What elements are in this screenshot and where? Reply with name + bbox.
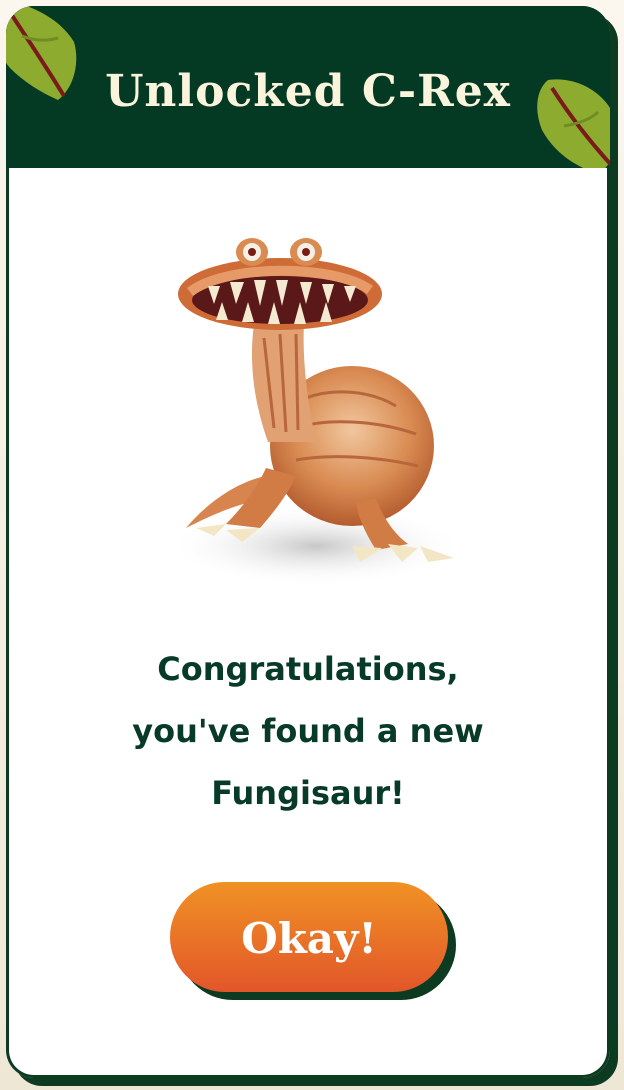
dialog-title: Unlocked C-Rex bbox=[105, 66, 511, 117]
message-line: Congratulations, bbox=[157, 650, 459, 688]
unlock-dialog: Unlocked C-Rex Congratulations, you've f… bbox=[6, 6, 610, 1078]
okay-button-label: Okay! bbox=[241, 913, 377, 963]
dialog-header: Unlocked C-Rex bbox=[6, 6, 610, 168]
c-rex-illustration bbox=[166, 238, 466, 586]
message-line: you've found a new bbox=[132, 712, 484, 750]
okay-button[interactable]: Okay! bbox=[170, 882, 448, 992]
congratulations-message: Congratulations, you've found a new Fung… bbox=[6, 638, 610, 824]
message-line: Fungisaur! bbox=[211, 774, 405, 812]
